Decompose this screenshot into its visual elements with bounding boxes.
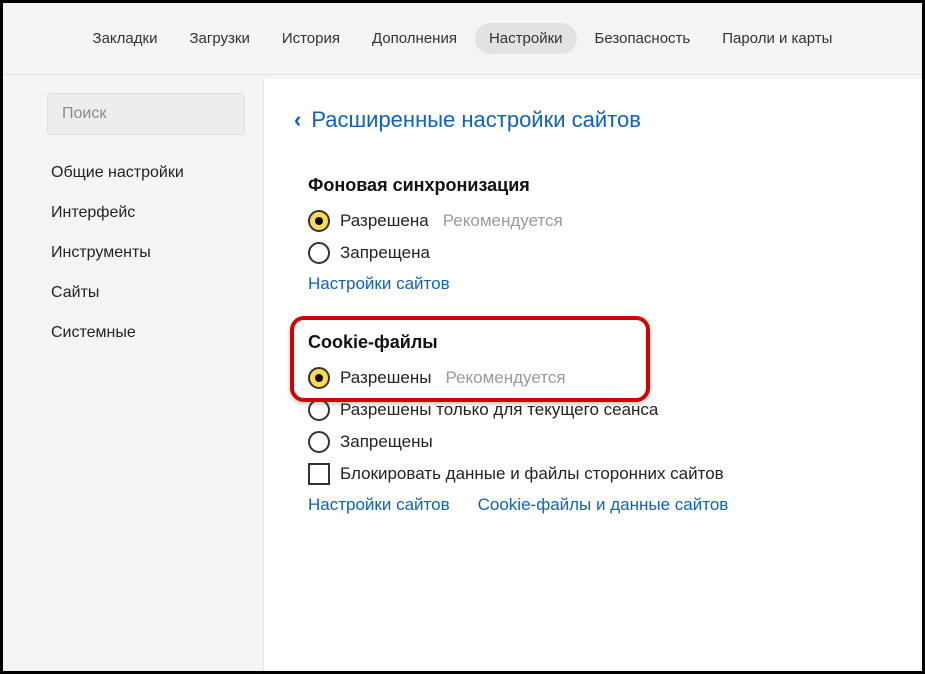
bg-sync-allowed-row[interactable]: Разрешена Рекомендуется [308,210,892,232]
sidebar-item-tools[interactable]: Инструменты [47,233,245,273]
radio-icon [308,242,330,264]
bg-sync-sites-link[interactable]: Настройки сайтов [308,274,450,294]
back-link[interactable]: ‹ Расширенные настройки сайтов [294,107,892,133]
cookies-allowed-row[interactable]: Разрешены Рекомендуется [308,367,892,389]
tab-security[interactable]: Безопасность [581,23,705,54]
checkbox-icon [308,463,330,485]
cookies-allowed-label: Разрешены [340,368,431,388]
bg-sync-denied-row[interactable]: Запрещена [308,242,892,264]
chevron-left-icon: ‹ [294,109,301,131]
radio-icon [308,399,330,421]
bg-sync-denied-label: Запрещена [340,243,430,263]
cookies-data-link[interactable]: Cookie-файлы и данные сайтов [478,495,729,515]
cookies-sites-link[interactable]: Настройки сайтов [308,495,450,515]
tab-addons[interactable]: Дополнения [358,23,471,54]
tab-bookmarks[interactable]: Закладки [79,23,172,54]
settings-sidebar: Общие настройки Интерфейс Инструменты Са… [3,79,263,671]
bg-sync-allowed-label: Разрешена [340,211,429,231]
sidebar-item-system[interactable]: Системные [47,313,245,353]
cookies-title: Cookie-файлы [308,332,892,353]
highlight-callout [290,316,650,402]
search-input[interactable] [47,93,245,135]
bg-sync-allowed-hint: Рекомендуется [443,211,563,231]
sidebar-item-sites[interactable]: Сайты [47,273,245,313]
cookies-block3p-label: Блокировать данные и файлы сторонних сай… [340,464,724,484]
tab-passwords[interactable]: Пароли и карты [708,23,846,54]
cookies-denied-row[interactable]: Запрещены [308,431,892,453]
cookies-session-row[interactable]: Разрешены только для текущего сеанса [308,399,892,421]
radio-icon [308,210,330,232]
tab-history[interactable]: История [268,23,354,54]
settings-main: ‹ Расширенные настройки сайтов Фоновая с… [263,79,922,671]
section-bg-sync: Фоновая синхронизация Разрешена Рекоменд… [308,175,892,294]
sidebar-item-general[interactable]: Общие настройки [47,153,245,193]
radio-icon [308,431,330,453]
radio-icon [308,367,330,389]
tab-downloads[interactable]: Загрузки [175,23,263,54]
bg-sync-title: Фоновая синхронизация [308,175,892,196]
top-nav: Закладки Загрузки История Дополнения Нас… [3,3,922,75]
cookies-session-label: Разрешены только для текущего сеанса [340,400,658,420]
cookies-denied-label: Запрещены [340,432,433,452]
section-cookies: Cookie-файлы Разрешены Рекомендуется Раз… [308,332,892,515]
sidebar-item-interface[interactable]: Интерфейс [47,193,245,233]
page-title: Расширенные настройки сайтов [311,107,641,133]
cookies-allowed-hint: Рекомендуется [445,368,565,388]
tab-settings[interactable]: Настройки [475,23,577,54]
cookies-block3p-row[interactable]: Блокировать данные и файлы сторонних сай… [308,463,892,485]
